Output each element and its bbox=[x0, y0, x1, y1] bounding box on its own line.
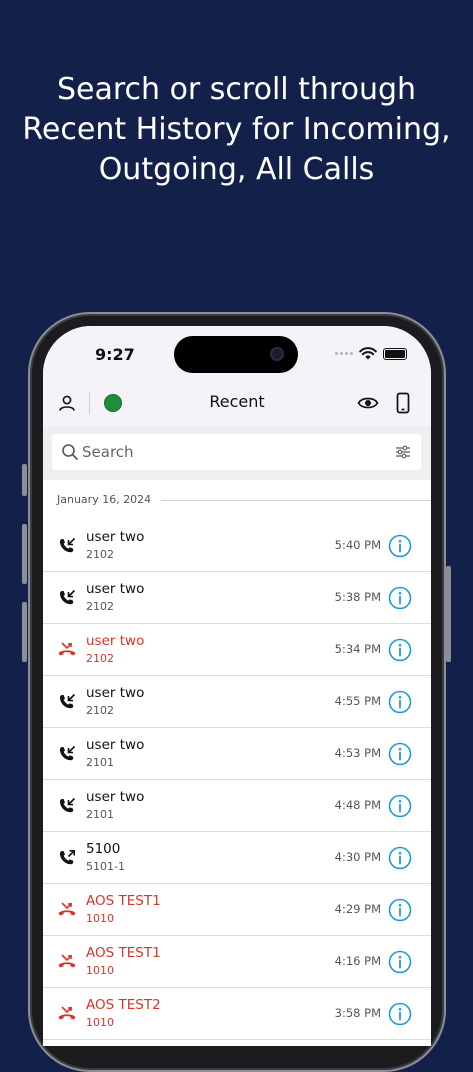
info-icon[interactable] bbox=[388, 742, 412, 766]
phone-screen: 9:27 Recent Search January 16, 2024 user… bbox=[43, 326, 431, 1046]
call-time: 5:38 PM bbox=[334, 590, 381, 604]
info-icon[interactable] bbox=[388, 898, 412, 922]
caller-number: 2102 bbox=[86, 548, 114, 561]
incoming-call-icon bbox=[57, 796, 77, 816]
headline-line-2: Recent History for Incoming, bbox=[22, 112, 451, 147]
incoming-call-icon bbox=[57, 744, 77, 764]
caller-number: 2102 bbox=[86, 704, 114, 717]
search-icon bbox=[62, 444, 78, 460]
call-row-7[interactable]: 5100 5101-1 4:30 PM bbox=[43, 832, 431, 884]
caller-name: user two bbox=[86, 737, 145, 753]
info-icon[interactable] bbox=[388, 1002, 412, 1026]
caller-name: AOS TEST1 bbox=[86, 945, 161, 961]
caller-name: 5100 bbox=[86, 841, 121, 857]
call-time: 4:53 PM bbox=[334, 746, 381, 760]
info-icon[interactable] bbox=[388, 950, 412, 974]
action-button bbox=[22, 464, 27, 496]
caller-name: user two bbox=[86, 685, 145, 701]
caller-number: 2102 bbox=[86, 600, 114, 613]
call-time: 4:30 PM bbox=[334, 850, 381, 864]
incoming-call-icon bbox=[57, 588, 77, 608]
caller-number: 1010 bbox=[86, 912, 114, 925]
call-history-list: user two 2102 5:40 PM user two 2102 5:38… bbox=[43, 520, 431, 1040]
caller-number: 1010 bbox=[86, 1016, 114, 1029]
info-icon[interactable] bbox=[388, 534, 412, 558]
incoming-call-icon bbox=[57, 692, 77, 712]
camera-icon bbox=[270, 347, 284, 361]
call-row-5[interactable]: user two 2101 4:53 PM bbox=[43, 728, 431, 780]
headline-line-3: Outgoing, All Calls bbox=[98, 152, 375, 187]
caller-number: 2101 bbox=[86, 808, 114, 821]
volume-down-button bbox=[22, 602, 27, 662]
call-row-8[interactable]: AOS TEST1 1010 4:29 PM bbox=[43, 884, 431, 936]
info-icon[interactable] bbox=[388, 690, 412, 714]
call-row-2[interactable]: user two 2102 5:38 PM bbox=[43, 572, 431, 624]
status-icons bbox=[335, 347, 407, 360]
caller-name: user two bbox=[86, 789, 145, 805]
eye-icon[interactable] bbox=[356, 391, 380, 415]
caller-name: user two bbox=[86, 633, 145, 649]
search-box bbox=[52, 434, 421, 470]
phone-device-icon[interactable] bbox=[391, 391, 415, 415]
missed-call-icon bbox=[57, 640, 77, 660]
battery-icon bbox=[383, 347, 407, 360]
call-row-1[interactable]: user two 2102 5:40 PM bbox=[43, 520, 431, 572]
call-time: 3:58 PM bbox=[334, 1006, 381, 1020]
call-time: 4:48 PM bbox=[334, 798, 381, 812]
status-time: 9:27 bbox=[95, 345, 135, 364]
outgoing-call-icon bbox=[57, 848, 77, 868]
signal-icon bbox=[335, 352, 353, 355]
caller-name: AOS TEST2 bbox=[86, 997, 161, 1013]
call-row-10[interactable]: AOS TEST2 1010 3:58 PM bbox=[43, 988, 431, 1040]
caller-name: user two bbox=[86, 529, 145, 545]
date-section-header: January 16, 2024 bbox=[43, 480, 431, 518]
missed-call-icon bbox=[57, 952, 77, 972]
date-divider bbox=[161, 500, 431, 501]
caller-number: 2102 bbox=[86, 652, 114, 665]
volume-up-button bbox=[22, 524, 27, 584]
dynamic-island bbox=[174, 336, 298, 373]
call-row-4[interactable]: user two 2102 4:55 PM bbox=[43, 676, 431, 728]
call-time: 4:55 PM bbox=[334, 694, 381, 708]
incoming-call-icon bbox=[57, 536, 77, 556]
app-bar: Recent bbox=[43, 380, 431, 426]
caller-number: 2101 bbox=[86, 756, 114, 769]
missed-call-icon bbox=[57, 1004, 77, 1024]
search-input[interactable] bbox=[82, 440, 382, 464]
caller-number: 1010 bbox=[86, 964, 114, 977]
info-icon[interactable] bbox=[388, 794, 412, 818]
info-icon[interactable] bbox=[388, 586, 412, 610]
info-icon[interactable] bbox=[388, 846, 412, 870]
power-button bbox=[446, 566, 451, 662]
call-time: 5:34 PM bbox=[334, 642, 381, 656]
info-icon[interactable] bbox=[388, 638, 412, 662]
caller-name: user two bbox=[86, 581, 145, 597]
call-row-6[interactable]: user two 2101 4:48 PM bbox=[43, 780, 431, 832]
filter-sliders-icon[interactable] bbox=[395, 444, 411, 460]
call-row-3[interactable]: user two 2102 5:34 PM bbox=[43, 624, 431, 676]
caller-number: 5101-1 bbox=[86, 860, 125, 873]
caller-name: AOS TEST1 bbox=[86, 893, 161, 909]
wifi-icon bbox=[359, 347, 377, 360]
status-bar: 9:27 bbox=[43, 326, 431, 380]
headline: Search or scroll through Recent History … bbox=[0, 70, 473, 190]
call-time: 4:29 PM bbox=[334, 902, 381, 916]
call-time: 4:16 PM bbox=[334, 954, 381, 968]
headline-line-1: Search or scroll through bbox=[56, 72, 417, 107]
call-row-9[interactable]: AOS TEST1 1010 4:16 PM bbox=[43, 936, 431, 988]
call-time: 5:40 PM bbox=[334, 538, 381, 552]
search-bar bbox=[43, 426, 431, 480]
date-label: January 16, 2024 bbox=[57, 493, 152, 506]
missed-call-icon bbox=[57, 900, 77, 920]
